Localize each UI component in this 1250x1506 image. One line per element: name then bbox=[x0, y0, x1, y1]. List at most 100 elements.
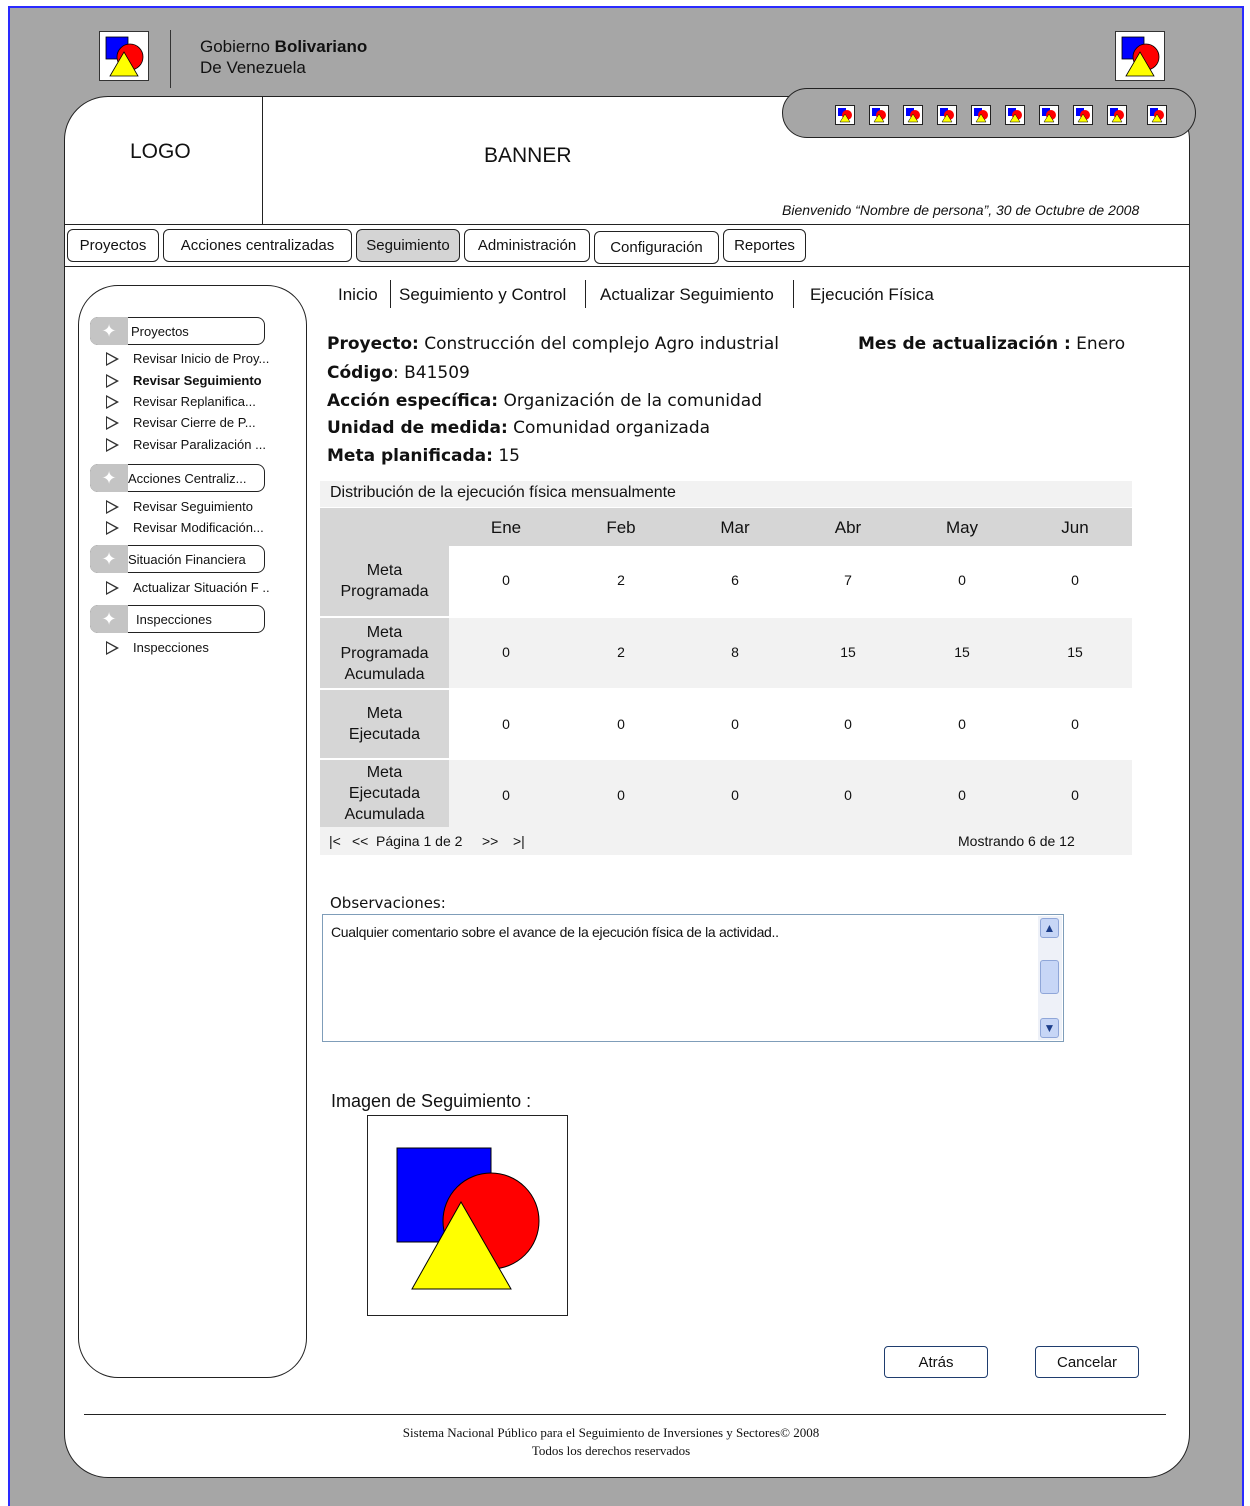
scroll-down-icon[interactable]: ▼ bbox=[1040, 1018, 1059, 1038]
table-cell: 0 bbox=[958, 787, 966, 803]
table-row: Meta Programada Acumulada 0 2 8 15 15 15 bbox=[320, 618, 1132, 688]
sidebar-item-revisar-paralizacion[interactable]: Revisar Paralización ... bbox=[106, 437, 266, 452]
cancel-button[interactable]: Cancelar bbox=[1035, 1346, 1139, 1378]
shortcut-icon[interactable] bbox=[1005, 105, 1025, 125]
tab-reportes[interactable]: Reportes bbox=[723, 229, 806, 262]
table-header: Ene Feb Mar Abr May Jun bbox=[320, 508, 1132, 546]
shortcut-icon[interactable] bbox=[1039, 105, 1059, 125]
triangle-bullet-icon bbox=[106, 580, 119, 595]
breadcrumb-inicio[interactable]: Inicio bbox=[338, 285, 378, 305]
shortcut-icon[interactable] bbox=[1073, 105, 1093, 125]
sidebar-item-revisar-replanificacion[interactable]: Revisar Replanifica... bbox=[106, 394, 256, 409]
tab-acciones-centralizadas[interactable]: Acciones centralizadas bbox=[163, 229, 352, 262]
star-icon: ✦ bbox=[90, 545, 128, 573]
imagen-seguimiento bbox=[367, 1115, 568, 1316]
sidebar-item-revisar-cierre[interactable]: Revisar Cierre de P... bbox=[106, 415, 256, 430]
sidebar-item-inspecciones[interactable]: Inspecciones bbox=[106, 640, 209, 655]
table-cell: 0 bbox=[1071, 572, 1079, 588]
pager-last-button[interactable]: >| bbox=[513, 833, 525, 849]
triangle-bullet-icon bbox=[106, 373, 119, 388]
column-header: May bbox=[945, 518, 979, 537]
sidebar-item-revisar-inicio[interactable]: Revisar Inicio de Proy... bbox=[106, 351, 269, 366]
shortcut-icon[interactable] bbox=[869, 105, 889, 125]
tab-administracion[interactable]: Administración bbox=[464, 229, 590, 262]
table-cell: 0 bbox=[502, 787, 510, 803]
pager-showing-count: Mostrando 6 de 12 bbox=[958, 833, 1075, 849]
table-cell: 0 bbox=[731, 716, 739, 732]
government-logo-right-icon bbox=[1115, 31, 1165, 81]
shortcut-icon[interactable] bbox=[1107, 105, 1127, 125]
table-cell: 0 bbox=[502, 716, 510, 732]
quick-icon-toolbar bbox=[782, 88, 1196, 138]
sidebar-section-proyectos[interactable]: ✦ Proyectos bbox=[90, 317, 265, 345]
field-proyecto: Proyecto: Construcción del complejo Agro… bbox=[327, 334, 780, 354]
sidebar-item-acciones-revisar-seguimiento[interactable]: Revisar Seguimiento bbox=[106, 499, 253, 514]
field-accion-especifica: Acción específica: Organización de la co… bbox=[327, 391, 762, 411]
table-cell: 0 bbox=[1071, 787, 1079, 803]
sidebar-item-revisar-seguimiento[interactable]: Revisar Seguimiento bbox=[106, 373, 262, 388]
table-cell: 0 bbox=[502, 644, 510, 660]
welcome-message: Bienvenido “Nombre de persona”, 30 de Oc… bbox=[782, 202, 1140, 218]
divider bbox=[64, 224, 1190, 225]
breadcrumb-ejecucion-fisica: Ejecución Física bbox=[810, 285, 934, 304]
observaciones-text: Cualquier comentario sobre el avance de … bbox=[331, 924, 779, 940]
government-name: Gobierno Bolivariano De Venezuela bbox=[200, 37, 368, 77]
back-button[interactable]: Atrás bbox=[884, 1346, 988, 1378]
table-cell: 0 bbox=[502, 572, 510, 588]
table-row: Meta Programada 0 2 6 7 0 0 bbox=[320, 546, 1132, 616]
footer-copyright: Sistema Nacional Público para el Seguimi… bbox=[402, 1425, 820, 1440]
header-divider bbox=[170, 30, 171, 88]
column-header: Ene bbox=[490, 518, 522, 537]
field-codigo: Código: B41509 bbox=[327, 363, 470, 383]
column-header: Jun bbox=[1061, 518, 1089, 537]
pager-next-button[interactable]: >> bbox=[482, 833, 498, 849]
image-placeholder-icon bbox=[396, 1147, 540, 1290]
triangle-bullet-icon bbox=[106, 640, 119, 655]
field-mes-actualizacion: Mes de actualización : Enero bbox=[858, 334, 1126, 354]
government-logo-icon bbox=[99, 31, 149, 81]
column-header: Abr bbox=[834, 518, 862, 537]
footer-divider bbox=[84, 1414, 1166, 1415]
tab-proyectos[interactable]: Proyectos bbox=[67, 229, 159, 262]
pager-first-button[interactable]: |< bbox=[329, 833, 341, 849]
table-row: Meta Ejecutada Acumulada 0 0 0 0 0 0 bbox=[320, 760, 1132, 827]
shortcut-icon[interactable] bbox=[937, 105, 957, 125]
star-icon: ✦ bbox=[90, 605, 128, 633]
sidebar-section-acciones-centralizadas[interactable]: ✦ Acciones Centraliz... bbox=[90, 464, 265, 492]
row-label: Meta Programada Acumulada bbox=[320, 618, 449, 688]
scroll-thumb[interactable] bbox=[1040, 960, 1059, 994]
sidebar-item-actualizar-situacion[interactable]: Actualizar Situación F .. bbox=[106, 580, 270, 595]
observaciones-scrollbar[interactable]: ▲ ▼ bbox=[1038, 916, 1062, 1040]
breadcrumb-separator bbox=[390, 280, 391, 308]
shortcut-icon[interactable] bbox=[1147, 105, 1167, 125]
tab-seguimiento[interactable]: Seguimiento bbox=[356, 229, 460, 262]
table-cell: 0 bbox=[1071, 716, 1079, 732]
sidebar-item-revisar-modificacion[interactable]: Revisar Modificación... bbox=[106, 520, 264, 535]
banner-placeholder: BANNER bbox=[484, 144, 572, 167]
table-cell: 2 bbox=[617, 644, 625, 660]
pager-prev-button[interactable]: << bbox=[352, 833, 368, 849]
table-cell: 0 bbox=[958, 572, 966, 588]
table-cell: 2 bbox=[617, 572, 625, 588]
table-cell: 0 bbox=[617, 787, 625, 803]
row-label: Meta Programada bbox=[320, 546, 449, 616]
table-cell: 15 bbox=[1067, 644, 1083, 660]
tab-configuracion[interactable]: Configuración bbox=[594, 231, 719, 264]
row-label: Meta Ejecutada Acumulada bbox=[320, 760, 449, 827]
shortcut-icon[interactable] bbox=[903, 105, 923, 125]
table-caption: Distribución de la ejecución física mens… bbox=[320, 481, 1132, 507]
table-cell: 15 bbox=[954, 644, 970, 660]
breadcrumb-seguimiento-control[interactable]: Seguimiento y Control bbox=[399, 285, 566, 305]
table-cell: 7 bbox=[844, 572, 852, 588]
shortcut-icon[interactable] bbox=[835, 105, 855, 125]
table-cell: 0 bbox=[731, 787, 739, 803]
sidebar-section-situacion-financiera[interactable]: ✦ Situación Financiera bbox=[90, 545, 265, 573]
shortcut-icon[interactable] bbox=[971, 105, 991, 125]
sidebar-section-inspecciones[interactable]: ✦ Inspecciones bbox=[90, 605, 265, 633]
footer-rights: Todos los derechos reservados bbox=[531, 1443, 691, 1458]
imagen-seguimiento-label: Imagen de Seguimiento : bbox=[331, 1091, 532, 1111]
triangle-bullet-icon bbox=[106, 394, 119, 409]
scroll-up-icon[interactable]: ▲ bbox=[1040, 918, 1059, 938]
breadcrumb-actualizar-seguimiento[interactable]: Actualizar Seguimiento bbox=[600, 285, 774, 305]
triangle-bullet-icon bbox=[106, 499, 119, 514]
